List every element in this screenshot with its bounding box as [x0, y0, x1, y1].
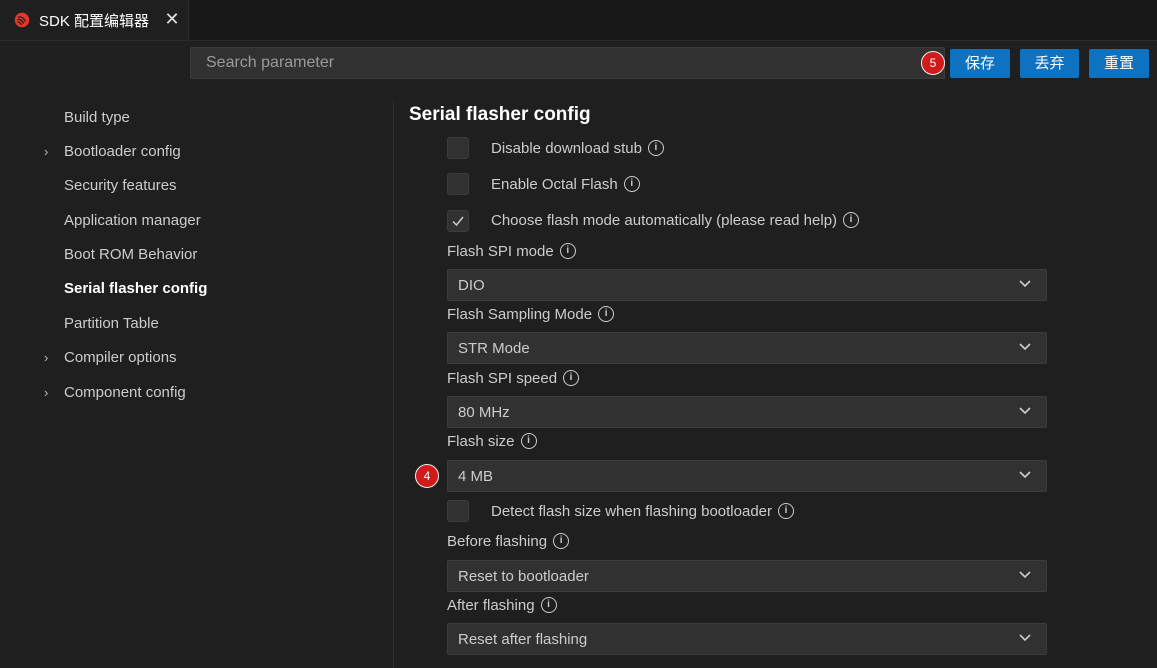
section-title: Serial flasher config [409, 104, 591, 125]
flash-spi-speed-select[interactable]: 80 MHz [447, 396, 1047, 428]
chevron-down-icon [1019, 571, 1031, 579]
chevron-down-icon [1019, 343, 1031, 351]
flash-sampling-mode-text: Flash Sampling Mode [447, 306, 593, 323]
sidebar-item-bootloader-config[interactable]: Bootloader config [64, 143, 181, 160]
chevron-down-icon [1019, 407, 1031, 415]
info-icon[interactable]: i [553, 533, 570, 550]
info-icon[interactable]: i [778, 503, 795, 520]
flash-sampling-mode-label: Flash Sampling Mode i [447, 306, 615, 323]
flash-spi-mode-text: Flash SPI mode [447, 243, 554, 260]
chevron-right-icon[interactable]: › [44, 144, 48, 159]
sidebar-item-serial-flasher-config[interactable]: Serial flasher config [64, 280, 207, 297]
choose-flash-mode-checkbox[interactable] [447, 210, 469, 232]
before-flashing-select[interactable]: Reset to bootloader [447, 560, 1047, 592]
detect-flash-size-text: Detect flash size when flashing bootload… [491, 503, 773, 520]
before-flashing-value: Reset to bootloader [458, 568, 589, 585]
discard-button[interactable]: 丢弃 [1020, 49, 1079, 78]
flash-sampling-mode-value: STR Mode [458, 340, 530, 357]
flash-sampling-mode-select[interactable]: STR Mode [447, 332, 1047, 364]
enable-octal-flash-checkbox[interactable] [447, 173, 469, 195]
info-icon[interactable]: i [647, 140, 664, 157]
info-icon[interactable]: i [598, 306, 615, 323]
before-flashing-label: Before flashing i [447, 533, 570, 550]
close-icon[interactable]: ✕ [162, 8, 182, 30]
sidebar-item-partition-table[interactable]: Partition Table [64, 315, 159, 332]
flash-spi-speed-label: Flash SPI speed i [447, 370, 580, 387]
after-flashing-label: After flashing i [447, 597, 557, 614]
disable-download-stub-label: Disable download stub i [491, 140, 664, 157]
chevron-right-icon[interactable]: › [44, 350, 48, 365]
enable-octal-flash-text: Enable Octal Flash [491, 176, 618, 193]
info-icon[interactable]: i [843, 212, 860, 229]
detect-flash-size-checkbox[interactable] [447, 500, 469, 522]
chevron-right-icon[interactable]: › [44, 385, 48, 400]
info-icon[interactable]: i [540, 597, 557, 614]
info-icon[interactable]: i [623, 176, 640, 193]
after-flashing-text: After flashing [447, 597, 535, 614]
disable-download-stub-text: Disable download stub [491, 140, 642, 157]
info-icon[interactable]: i [520, 433, 537, 450]
info-icon[interactable]: i [563, 370, 580, 387]
tab-sdk-config-editor[interactable]: SDK 配置编辑器 ✕ [0, 0, 189, 40]
chevron-down-icon [1019, 280, 1031, 288]
enable-octal-flash-label: Enable Octal Flash i [491, 176, 640, 193]
after-flashing-select[interactable]: Reset after flashing [447, 623, 1047, 655]
flash-spi-mode-select[interactable]: DIO [447, 269, 1047, 301]
flash-size-text: Flash size [447, 433, 515, 450]
sidebar-item-security-features[interactable]: Security features [64, 177, 177, 194]
reset-button[interactable]: 重置 [1089, 49, 1149, 78]
flash-spi-mode-label: Flash SPI mode i [447, 243, 576, 260]
step-badge: 5 [921, 51, 945, 75]
flash-spi-speed-text: Flash SPI speed [447, 370, 558, 387]
sidebar-item-application-manager[interactable]: Application manager [64, 212, 201, 229]
chevron-down-icon [1019, 471, 1031, 479]
choose-flash-mode-text: Choose flash mode automatically (please … [491, 212, 838, 229]
info-icon[interactable]: i [559, 243, 576, 260]
sidebar-item-component-config[interactable]: Component config [64, 384, 186, 401]
sidebar-item-boot-rom-behavior[interactable]: Boot ROM Behavior [64, 246, 197, 263]
flash-spi-speed-value: 80 MHz [458, 404, 510, 421]
search-input[interactable] [190, 47, 945, 79]
after-flashing-value: Reset after flashing [458, 631, 588, 648]
chevron-down-icon [1019, 634, 1031, 642]
disable-download-stub-checkbox[interactable] [447, 137, 469, 159]
detect-flash-size-label: Detect flash size when flashing bootload… [491, 503, 795, 520]
flash-spi-mode-value: DIO [458, 277, 485, 294]
flash-size-label: Flash size i [447, 433, 537, 450]
tab-bar: SDK 配置编辑器 ✕ [0, 0, 1157, 41]
checkmark-icon [452, 216, 464, 227]
panel-divider[interactable] [393, 100, 394, 668]
sidebar-item-compiler-options[interactable]: Compiler options [64, 349, 177, 366]
espressif-logo-icon [14, 12, 30, 28]
choose-flash-mode-label: Choose flash mode automatically (please … [491, 212, 860, 229]
flash-size-select[interactable]: 4 MB [447, 460, 1047, 492]
flash-size-value: 4 MB [458, 468, 494, 485]
save-button[interactable]: 保存 [950, 49, 1010, 78]
sidebar-item-build-type[interactable]: Build type [64, 109, 130, 126]
tab-title: SDK 配置编辑器 [39, 13, 150, 30]
before-flashing-text: Before flashing [447, 533, 548, 550]
step-badge: 4 [415, 464, 439, 488]
